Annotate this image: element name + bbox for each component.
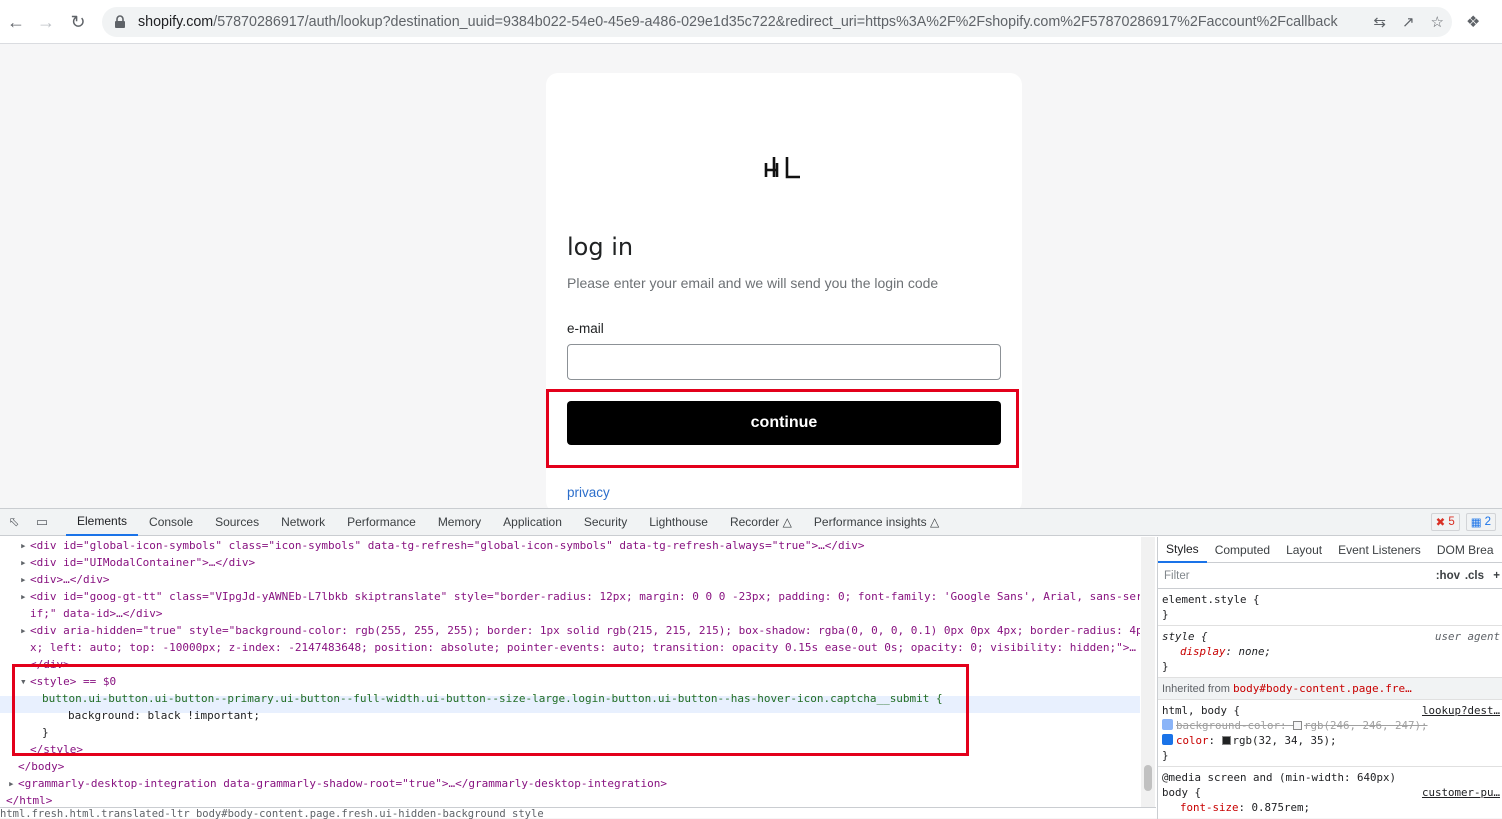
scroll-thumb[interactable] [1144, 765, 1152, 791]
dom-node[interactable]: ▸ <grammarly-desktop-integration data-gra… [8, 775, 667, 792]
inherited-from-header: Inherited from body#body-content.page.fr… [1158, 678, 1502, 700]
tab-computed[interactable]: Computed [1207, 537, 1278, 563]
highlight-box-code [12, 664, 969, 756]
store-logo [764, 151, 804, 179]
message-count-badge[interactable]: ▦ 2 [1465, 513, 1496, 531]
tab-styles[interactable]: Styles [1158, 537, 1207, 563]
html-body-rule[interactable]: html, body { lookup?dest… background-col… [1158, 700, 1502, 767]
translate-icon[interactable]: ⇆ [1373, 13, 1386, 31]
browser-toolbar: ← → ↻ shopify.com/57870286917/auth/looku… [0, 0, 1502, 44]
tab-security[interactable]: Security [573, 509, 638, 536]
dom-node[interactable]: ▸ <div>…</div> [20, 571, 109, 588]
tab-console[interactable]: Console [138, 509, 204, 536]
inspect-element-icon[interactable]: ⬁ [0, 509, 28, 536]
cls-toggle[interactable]: .cls [1465, 570, 1484, 582]
back-icon[interactable]: ← [0, 6, 32, 38]
highlight-box-button [546, 389, 1019, 468]
checkbox-icon[interactable] [1162, 734, 1173, 745]
user-agent-rule[interactable]: style { user agent display: none; } [1158, 626, 1502, 678]
tab-lighthouse[interactable]: Lighthouse [638, 509, 719, 536]
tab-recorder[interactable]: Recorder △ [719, 509, 803, 536]
message-icon: ▦ [1470, 517, 1482, 529]
tab-event-listeners[interactable]: Event Listeners [1330, 537, 1429, 563]
flask-icon: △ [782, 515, 792, 529]
address-bar[interactable]: shopify.com/57870286917/auth/lookup?dest… [102, 7, 1452, 37]
bookmark-star-icon[interactable]: ☆ [1431, 13, 1444, 31]
reload-icon[interactable]: ↻ [62, 6, 94, 38]
tab-performance-insights[interactable]: Performance insights △ [803, 509, 950, 536]
dom-node[interactable]: ▸ <div id="global-icon-symbols" class="ic… [20, 537, 864, 554]
hov-toggle[interactable]: :hov [1436, 570, 1460, 582]
dom-node-close: </body> [18, 760, 65, 773]
styles-filter-input[interactable]: Filter :hov .cls + [1158, 563, 1502, 589]
page-title: log in [567, 233, 634, 261]
new-rule-button[interactable]: + [1493, 570, 1500, 582]
media-body-rule[interactable]: @media screen and (min-width: 640px) bod… [1158, 767, 1502, 818]
dom-node-close: </html> [6, 794, 53, 807]
elements-scrollbar[interactable] [1141, 537, 1155, 807]
flask-icon: △ [929, 515, 940, 529]
tab-network[interactable]: Network [270, 509, 336, 536]
forward-icon[interactable]: → [30, 6, 62, 38]
email-label: e-mail [567, 321, 604, 336]
email-field[interactable] [567, 344, 1001, 380]
device-toolbar-icon[interactable]: ▭ [28, 509, 56, 536]
share-icon[interactable]: ↗ [1402, 13, 1415, 31]
tab-memory[interactable]: Memory [427, 509, 492, 536]
element-style-rule[interactable]: element.style { } [1158, 589, 1502, 626]
lock-icon [114, 15, 128, 29]
tab-dom-breakpoints[interactable]: DOM Brea [1429, 537, 1502, 563]
dom-node[interactable]: ▸ <div id="goog-gt-tt" class="VIpgJd-yAWN… [20, 588, 1140, 605]
tab-performance[interactable]: Performance [336, 509, 427, 536]
error-count-badge[interactable]: ✖ 5 [1430, 513, 1460, 531]
url-text: shopify.com/57870286917/auth/lookup?dest… [138, 14, 1338, 30]
styles-pane: Styles Computed Layout Event Listeners D… [1157, 537, 1502, 819]
checkbox-icon[interactable] [1162, 719, 1173, 730]
page-subtitle: Please enter your email and we will send… [567, 275, 939, 291]
devtools-tabbar: ⬁ ▭ Elements Console Sources Network Per… [0, 509, 1502, 536]
dom-node-continuation: x; left: auto; top: -10000px; z-index: -… [30, 641, 1136, 654]
tab-elements[interactable]: Elements [66, 509, 139, 536]
dom-breadcrumb[interactable]: html.fresh.html.translated-ltr body#body… [0, 807, 1156, 819]
error-icon: ✖ [1435, 517, 1446, 529]
tab-layout[interactable]: Layout [1278, 537, 1330, 563]
dom-node-continuation: if;" data-id>…</div> [30, 607, 163, 620]
dom-node[interactable]: ▸ <div aria-hidden="true" style="backgrou… [20, 622, 1140, 639]
privacy-link[interactable]: privacy [567, 485, 610, 500]
tab-sources[interactable]: Sources [204, 509, 270, 536]
devtools-panel: ⬁ ▭ Elements Console Sources Network Per… [0, 508, 1502, 819]
dom-node[interactable]: ▸ <div id="UIModalContainer">…</div> [20, 554, 255, 571]
tab-application[interactable]: Application [492, 509, 573, 536]
extensions-puzzle-icon[interactable]: ❖ [1466, 12, 1484, 31]
